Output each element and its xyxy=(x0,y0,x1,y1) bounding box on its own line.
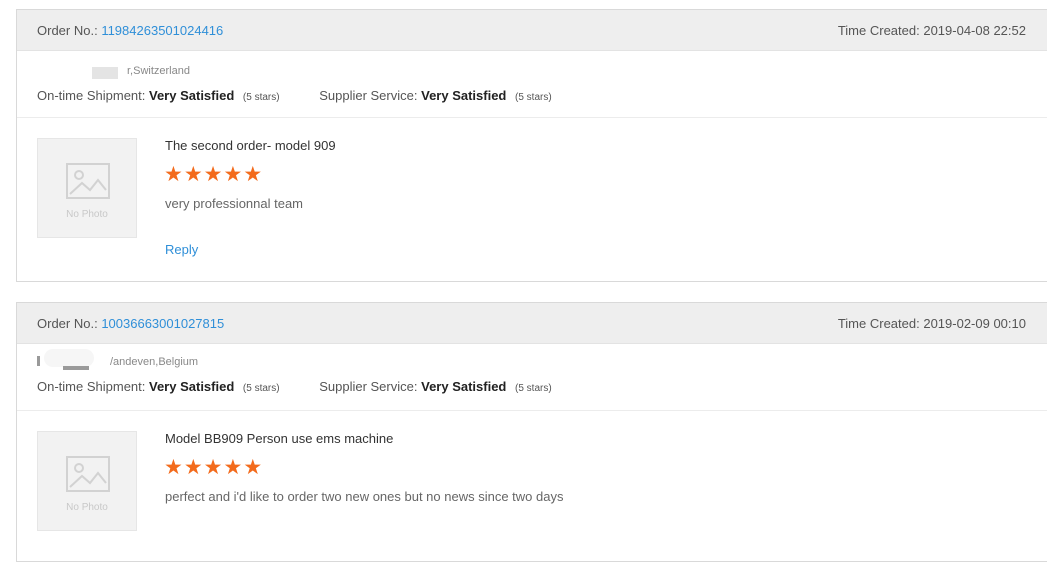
ontime-shipment-value: Very Satisfied xyxy=(149,379,235,394)
time-created: Time Created: 2019-04-08 22:52 xyxy=(838,23,1026,38)
review-body: No Photo Model BB909 Person use ems mach… xyxy=(17,411,1047,571)
seller-ratings: On-time Shipment: Very Satisfied (5 star… xyxy=(37,88,552,103)
time-created-value: 2019-04-08 22:52 xyxy=(923,23,1026,38)
redacted-buyer-name xyxy=(44,349,94,367)
star-icon: ★ xyxy=(164,456,183,479)
supplier-service-value: Very Satisfied xyxy=(421,379,507,394)
product-photo: No Photo xyxy=(37,138,137,238)
ontime-shipment-label: On-time Shipment: xyxy=(37,88,146,103)
star-icon: ★ xyxy=(203,163,223,186)
order-number-link[interactable]: 10036663001027815 xyxy=(101,316,224,331)
supplier-service-value: Very Satisfied xyxy=(421,88,507,103)
ontime-shipment-label: On-time Shipment: xyxy=(37,379,146,394)
order-header: Order No.: 11984263501024416 Time Create… xyxy=(17,10,1047,51)
star-rating: ★★★★★ xyxy=(164,457,263,479)
time-created-label: Time Created: xyxy=(837,316,920,331)
ontime-shipment-stars: (5 stars) xyxy=(242,92,280,103)
ontime-shipment-value: Very Satisfied xyxy=(149,88,235,103)
ontime-shipment-stars: (5 stars) xyxy=(242,383,280,394)
time-created-label: Time Created: xyxy=(837,23,920,38)
product-photo: No Photo xyxy=(37,431,137,531)
supplier-service-stars: (5 stars) xyxy=(515,92,552,103)
order-number: Order No.: 10036663001027815 xyxy=(37,316,224,331)
image-placeholder-icon xyxy=(66,163,110,199)
order-number-label: Order No.: xyxy=(37,316,98,331)
star-rating: ★★★★★ xyxy=(164,164,263,186)
star-icon: ★ xyxy=(164,163,183,186)
product-title: The second order- model 909 xyxy=(165,138,336,153)
order-number-label: Order No.: xyxy=(37,23,98,38)
buyer-location: /andeven,Belgium xyxy=(110,356,199,368)
star-icon: ★ xyxy=(243,456,263,479)
redacted-buyer-name xyxy=(92,67,118,79)
star-icon: ★ xyxy=(203,456,223,479)
buyer-info: /andeven,Belgium On-time Shipment: Very … xyxy=(17,344,1047,411)
review-comment: very professionnal team xyxy=(165,196,304,211)
time-created-value: 2019-02-09 00:10 xyxy=(923,316,1026,331)
reply-link[interactable]: Reply xyxy=(165,242,198,257)
redacted-buyer-name xyxy=(63,366,89,370)
buyer-location: r,Switzerland xyxy=(127,65,190,77)
review-card: Order No.: 11984263501024416 Time Create… xyxy=(16,9,1047,282)
order-number: Order No.: 11984263501024416 xyxy=(37,23,223,38)
seller-ratings: On-time Shipment: Very Satisfied (5 star… xyxy=(37,379,552,394)
order-number-link[interactable]: 11984263501024416 xyxy=(101,23,223,38)
redacted-buyer-name xyxy=(37,356,40,366)
supplier-service-stars: (5 stars) xyxy=(515,383,552,394)
star-icon: ★ xyxy=(183,456,203,479)
review-comment: perfect and i'd like to order two new on… xyxy=(165,489,564,504)
no-photo-text: No Photo xyxy=(66,209,108,220)
buyer-info: r,Switzerland On-time Shipment: Very Sat… xyxy=(17,51,1047,118)
star-icon: ★ xyxy=(223,163,243,186)
time-created: Time Created: 2019-02-09 00:10 xyxy=(838,316,1026,331)
star-icon: ★ xyxy=(243,163,263,186)
review-body: No Photo The second order- model 909 ★★★… xyxy=(17,118,1047,278)
supplier-service-label: Supplier Service: xyxy=(319,379,418,394)
review-card: Order No.: 10036663001027815 Time Create… xyxy=(16,302,1047,562)
no-photo-text: No Photo xyxy=(66,502,108,513)
star-icon: ★ xyxy=(223,456,243,479)
star-icon: ★ xyxy=(183,163,203,186)
image-placeholder-icon xyxy=(66,456,110,492)
supplier-service-label: Supplier Service: xyxy=(319,88,418,103)
product-title: Model BB909 Person use ems machine xyxy=(165,431,394,446)
order-header: Order No.: 10036663001027815 Time Create… xyxy=(17,303,1047,344)
